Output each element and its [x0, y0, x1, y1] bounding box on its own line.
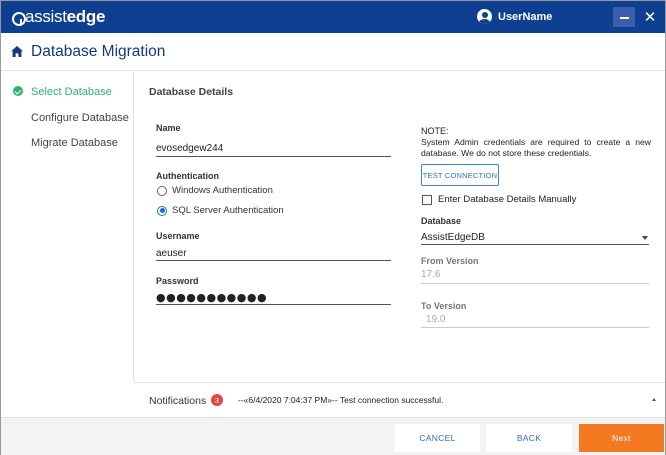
from-version-value: 17.6 [421, 269, 441, 280]
step-select-database[interactable]: Select Database [31, 86, 112, 98]
manual-details-checkbox-row[interactable]: Enter Database Details Manually [422, 194, 576, 205]
app-logo: assist edge [11, 7, 105, 27]
name-input-underline [156, 156, 391, 157]
step-complete-check-icon [13, 86, 23, 96]
radio-label: Windows Authentication [172, 185, 273, 196]
database-label: Database [421, 216, 462, 226]
name-input[interactable]: evosedgew244 [156, 143, 223, 154]
database-select[interactable]: AssistEdgeDB [421, 232, 485, 243]
chevron-down-icon[interactable] [642, 236, 648, 240]
test-connection-button[interactable]: TEST CONNECTION [421, 164, 499, 186]
notifications-bar[interactable]: Notifications 3 --«6/4/2020 7:04:37 PM»-… [134, 382, 665, 417]
note-title: NOTE: [421, 126, 449, 136]
logo-mark-icon [11, 10, 26, 26]
close-button[interactable]: ✕ [640, 7, 660, 27]
username-input-underline [156, 260, 391, 261]
radio-label: SQL Server Authentication [172, 205, 284, 216]
database-select-underline [421, 244, 649, 245]
user-menu[interactable]: UserName [477, 9, 552, 24]
section-title: Database Details [149, 86, 234, 98]
chevron-up-icon[interactable] [652, 398, 656, 401]
to-version-underline [421, 327, 649, 328]
minimize-icon [619, 17, 629, 19]
home-icon[interactable] [11, 46, 23, 57]
page-header: Database Migration [1, 33, 665, 71]
page-title: Database Migration [31, 43, 166, 60]
close-icon: ✕ [643, 8, 657, 26]
notifications-label: Notifications [149, 395, 207, 407]
password-label: Password [156, 276, 199, 286]
password-input-underline [156, 304, 391, 305]
password-input[interactable]: ●●●●●●●●●●● [156, 291, 267, 304]
back-button[interactable]: BACK [486, 424, 572, 452]
authentication-label: Authentication [156, 171, 219, 181]
title-bar: assist edge UserName ✕ [1, 1, 665, 33]
cancel-button[interactable]: CANCEL [395, 424, 480, 452]
next-button[interactable]: Next [579, 424, 664, 452]
logo-text-edge: edge [66, 7, 106, 26]
step-configure-database[interactable]: Configure Database [31, 112, 129, 124]
radio-windows-authentication[interactable]: Windows Authentication [157, 185, 273, 196]
app-window: assist edge UserName ✕ Database Migratio… [0, 0, 666, 455]
name-label: Name [156, 123, 181, 133]
to-version-value: 19.0 [426, 314, 446, 325]
manual-details-checkbox-label: Enter Database Details Manually [438, 194, 577, 205]
from-version-label: From Version [421, 256, 479, 266]
radio-button-selected[interactable] [157, 205, 167, 216]
minimize-button[interactable] [613, 7, 635, 27]
notification-message: --«6/4/2020 7:04:37 PM»-- Test connectio… [238, 395, 444, 405]
note-text: System Admin credentials are required to… [421, 137, 651, 158]
notifications-count-badge: 3 [211, 394, 223, 406]
username-input[interactable]: aeuser [156, 248, 187, 259]
step-migrate-database[interactable]: Migrate Database [31, 137, 118, 149]
user-avatar-icon [477, 9, 492, 24]
logo-text-assist: assist [25, 7, 67, 26]
radio-button[interactable] [157, 185, 167, 196]
radio-sql-server-authentication[interactable]: SQL Server Authentication [157, 205, 284, 216]
to-version-label: To Version [421, 301, 467, 311]
user-name: UserName [498, 10, 553, 23]
from-version-underline [421, 283, 649, 284]
username-label: Username [156, 231, 200, 241]
manual-details-checkbox[interactable] [422, 194, 432, 205]
